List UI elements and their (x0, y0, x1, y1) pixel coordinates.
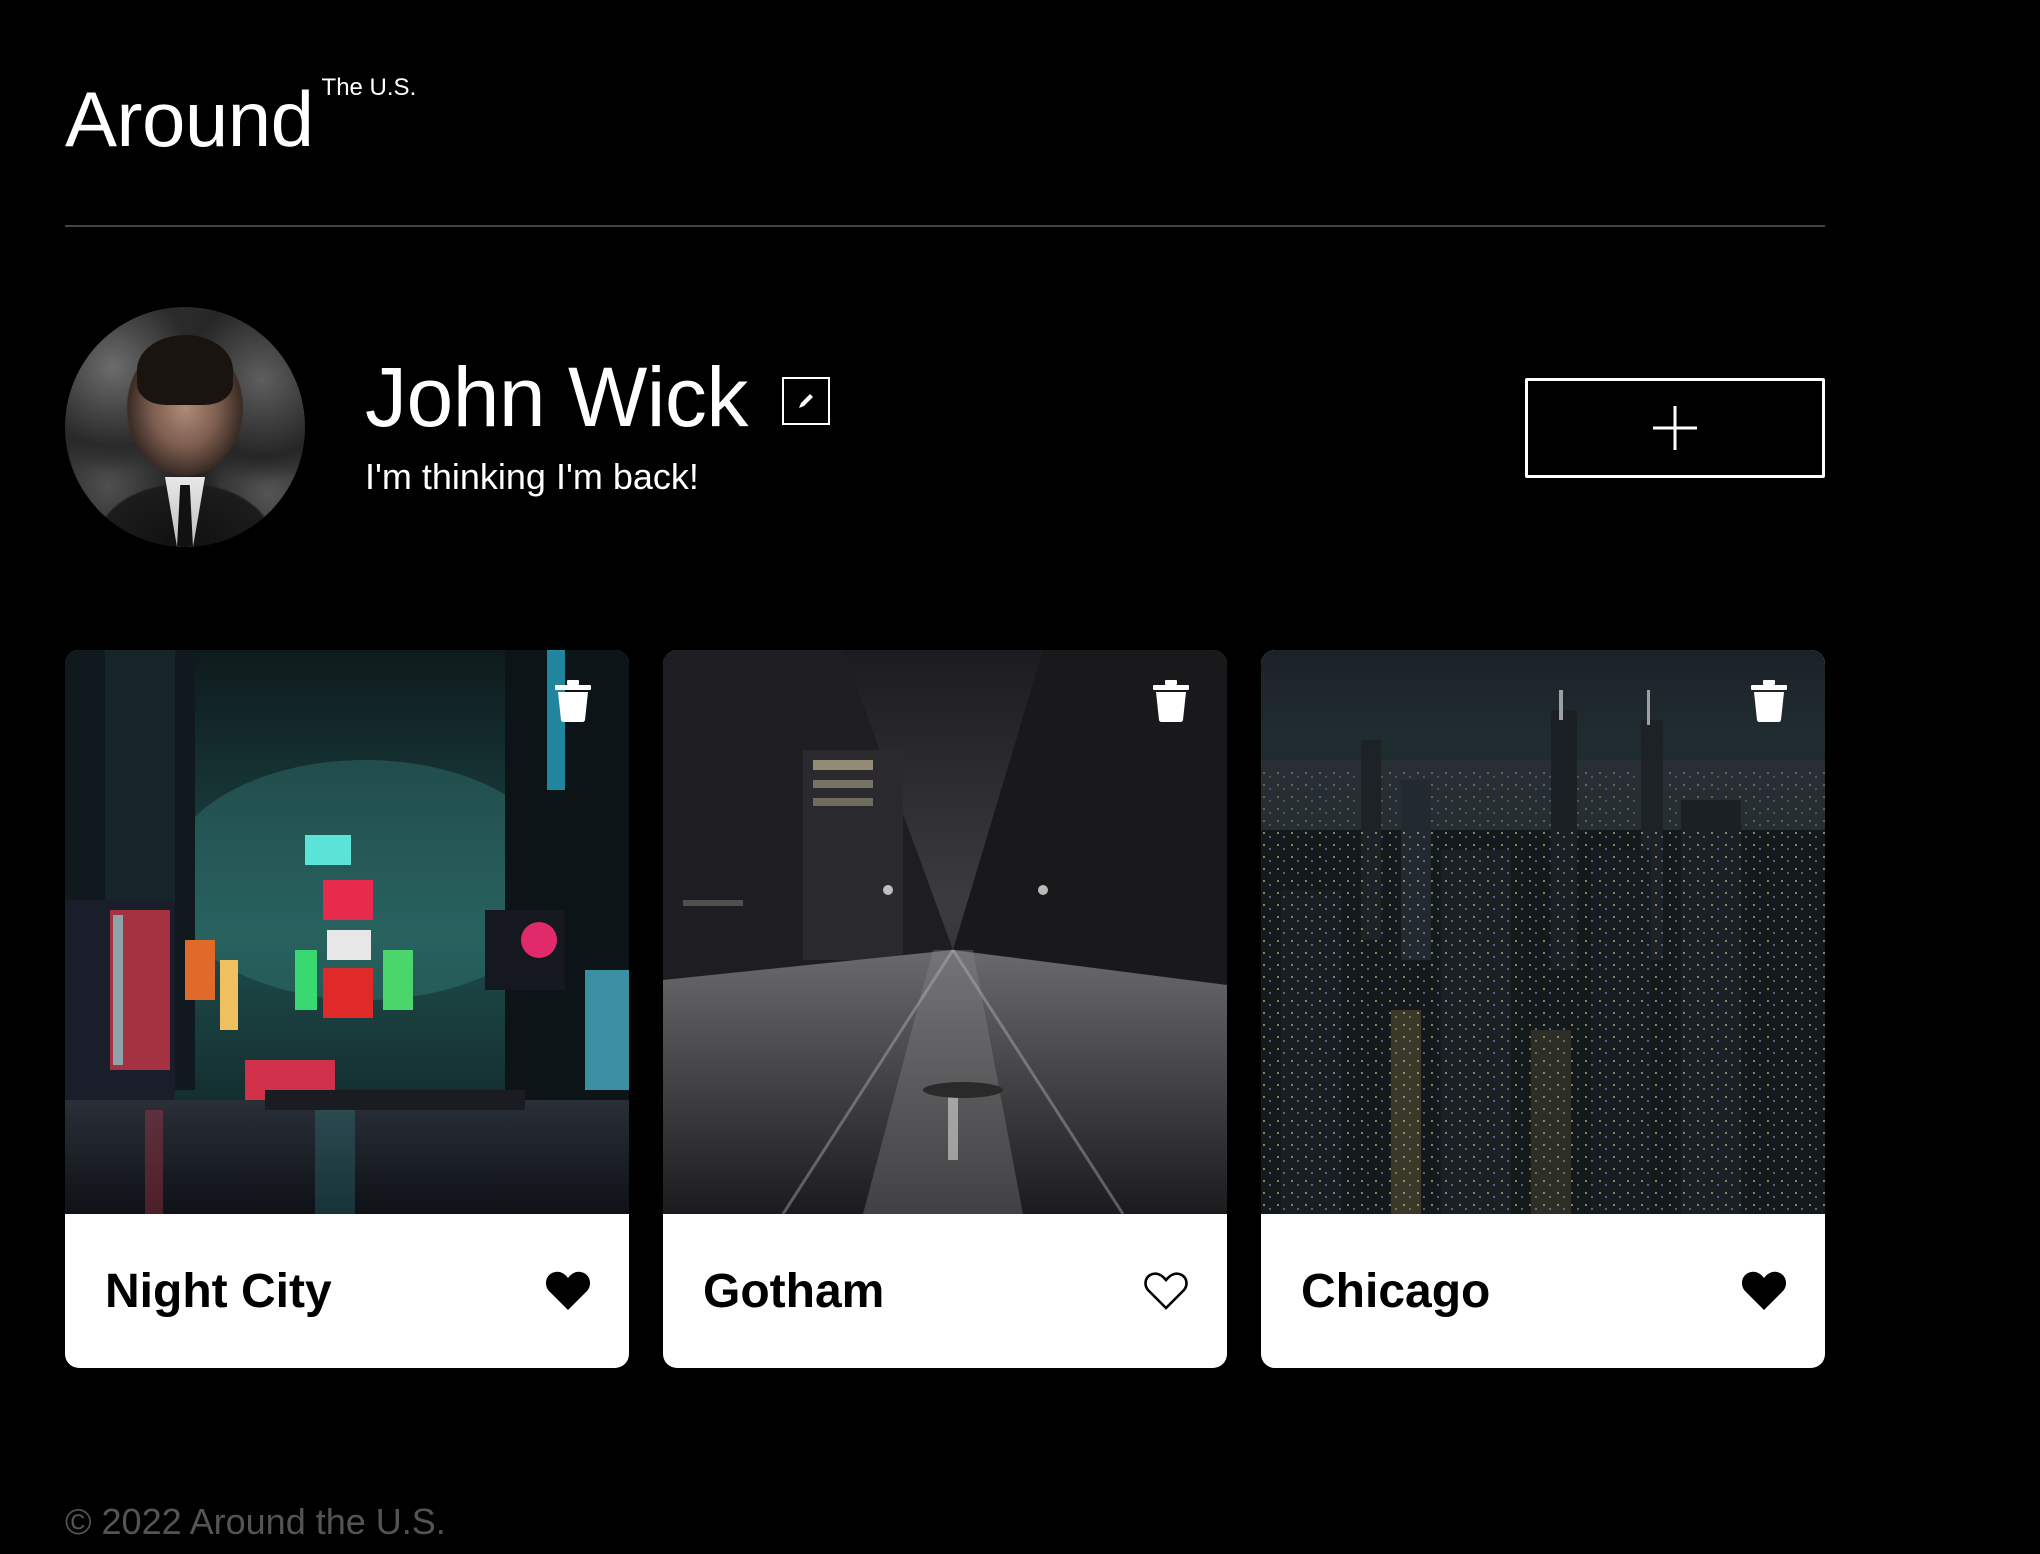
pencil-icon (798, 394, 813, 408)
logo: Around The U.S. (65, 70, 416, 168)
trash-icon[interactable] (553, 680, 593, 722)
profile-name: John Wick (365, 350, 748, 444)
footer-copyright: © 2022 Around the U.S. (65, 1501, 446, 1542)
profile-info: John Wick I'm thinking I'm back! (365, 347, 830, 499)
card-image-night-city[interactable] (65, 650, 629, 1214)
plus-icon (1653, 406, 1697, 450)
heart-filled-icon[interactable] (1741, 1270, 1787, 1312)
trash-icon[interactable] (1151, 680, 1191, 722)
profile-name-row: John Wick (365, 347, 830, 447)
card-footer: Night City (65, 1214, 629, 1368)
card-title: Gotham (703, 1264, 885, 1318)
card-image-gotham[interactable] (663, 650, 1227, 1214)
profile: John Wick I'm thinking I'm back! (65, 307, 1825, 547)
card-title: Chicago (1301, 1264, 1491, 1318)
footer: © 2022 Around the U.S. (65, 1500, 446, 1544)
trash-icon[interactable] (1749, 680, 1789, 722)
logo-main-text: Around (65, 75, 314, 163)
avatar[interactable] (65, 307, 305, 547)
card: Gotham (663, 650, 1227, 1368)
heart-outline-icon[interactable] (1143, 1270, 1189, 1312)
card-image-chicago[interactable] (1261, 650, 1825, 1214)
heart-filled-icon[interactable] (545, 1270, 591, 1312)
card: Night City (65, 650, 629, 1368)
profile-about: I'm thinking I'm back! (365, 456, 699, 497)
logo-superscript: The U.S. (321, 74, 417, 101)
add-card-button[interactable] (1525, 378, 1825, 478)
card: Chicago (1261, 650, 1825, 1368)
header: Around The U.S. (65, 70, 1825, 227)
edit-profile-button[interactable] (781, 377, 830, 425)
card-footer: Chicago (1261, 1214, 1825, 1368)
card-title: Night City (105, 1264, 332, 1318)
card-footer: Gotham (663, 1214, 1227, 1368)
cards-grid: Night City Gotham Chicago (65, 650, 1825, 1368)
page: Around The U.S. John Wick I'm thinking I… (0, 0, 2040, 1554)
